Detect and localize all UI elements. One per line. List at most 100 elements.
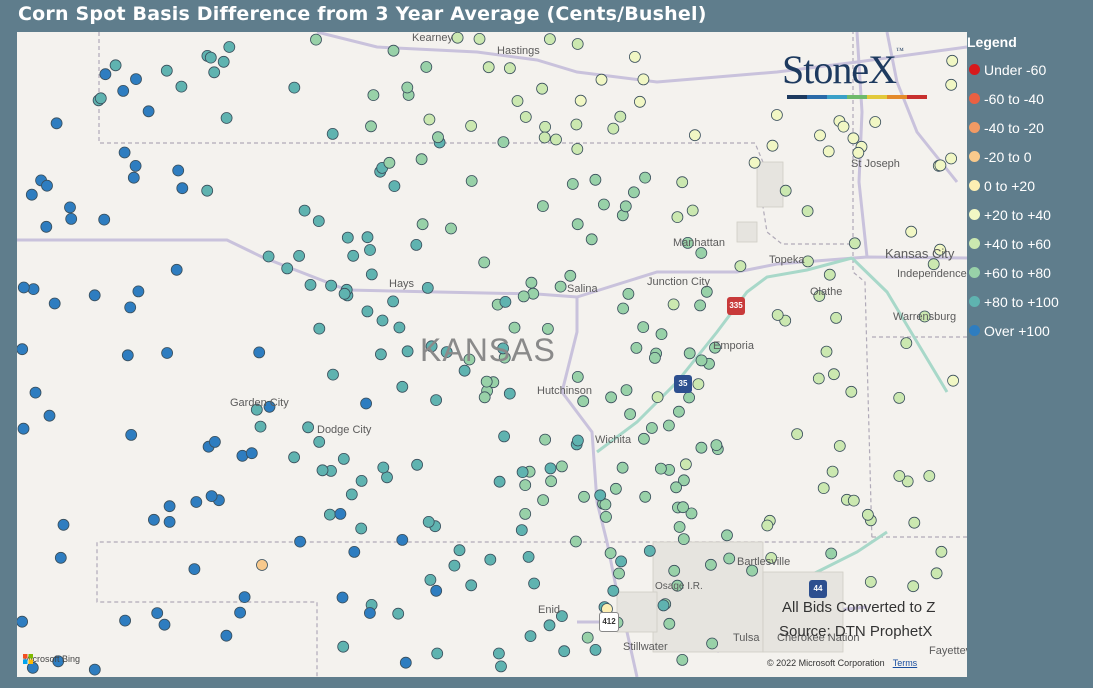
basis-marker[interactable]: [204, 51, 217, 64]
basis-marker[interactable]: [147, 513, 160, 526]
basis-marker[interactable]: [365, 268, 378, 281]
basis-marker[interactable]: [571, 38, 584, 50]
basis-marker[interactable]: [671, 211, 684, 224]
basis-marker[interactable]: [845, 385, 858, 398]
basis-marker[interactable]: [585, 233, 598, 246]
basis-marker[interactable]: [905, 225, 918, 238]
basis-marker[interactable]: [374, 348, 387, 361]
basis-marker[interactable]: [923, 470, 936, 482]
basis-marker[interactable]: [619, 200, 632, 213]
basis-marker[interactable]: [410, 238, 423, 251]
basis-marker[interactable]: [578, 490, 590, 503]
basis-marker[interactable]: [130, 73, 142, 85]
basis-marker[interactable]: [387, 44, 400, 57]
basis-marker[interactable]: [109, 59, 122, 72]
basis-marker[interactable]: [544, 33, 556, 45]
basis-marker[interactable]: [401, 81, 414, 94]
basis-marker[interactable]: [817, 482, 830, 495]
basis-marker[interactable]: [519, 507, 532, 520]
basis-marker[interactable]: [680, 458, 692, 471]
basis-marker[interactable]: [396, 533, 409, 546]
basis-marker[interactable]: [643, 545, 656, 557]
basis-marker[interactable]: [364, 244, 376, 256]
basis-marker[interactable]: [288, 451, 301, 464]
basis-marker[interactable]: [651, 391, 664, 404]
basis-marker[interactable]: [556, 460, 568, 473]
basis-marker[interactable]: [646, 422, 658, 434]
basis-marker[interactable]: [622, 287, 635, 300]
basis-marker[interactable]: [355, 474, 368, 487]
basis-marker[interactable]: [367, 89, 380, 101]
basis-marker[interactable]: [670, 481, 682, 494]
basis-marker[interactable]: [539, 121, 551, 133]
basis-marker[interactable]: [345, 488, 358, 501]
basis-marker[interactable]: [388, 180, 401, 193]
basis-marker[interactable]: [430, 394, 443, 407]
terms-link[interactable]: Terms: [893, 658, 918, 668]
basis-marker[interactable]: [383, 156, 396, 169]
basis-marker[interactable]: [132, 285, 145, 298]
legend-item[interactable]: +20 to +40: [967, 200, 1093, 229]
basis-marker[interactable]: [253, 346, 266, 359]
basis-marker[interactable]: [445, 222, 457, 235]
basis-marker[interactable]: [117, 85, 130, 97]
basis-marker[interactable]: [361, 305, 374, 318]
basis-marker[interactable]: [801, 205, 814, 218]
basis-marker[interactable]: [498, 430, 511, 443]
basis-marker[interactable]: [473, 33, 486, 45]
basis-marker[interactable]: [48, 297, 61, 310]
basis-marker[interactable]: [465, 175, 478, 187]
basis-marker[interactable]: [125, 428, 138, 441]
basis-marker[interactable]: [779, 184, 792, 197]
basis-marker[interactable]: [616, 461, 629, 474]
basis-marker[interactable]: [238, 591, 251, 603]
basis-marker[interactable]: [430, 584, 443, 597]
basis-marker[interactable]: [387, 295, 400, 308]
basis-marker[interactable]: [748, 156, 761, 169]
basis-marker[interactable]: [313, 435, 326, 448]
basis-marker[interactable]: [723, 552, 736, 565]
basis-marker[interactable]: [313, 322, 326, 335]
basis-marker[interactable]: [663, 419, 675, 432]
basis-marker[interactable]: [761, 519, 774, 532]
basis-marker[interactable]: [336, 591, 349, 604]
basis-marker[interactable]: [478, 256, 491, 269]
basis-marker[interactable]: [337, 640, 350, 653]
basis-marker[interactable]: [363, 607, 376, 619]
basis-marker[interactable]: [607, 122, 620, 135]
basis-marker[interactable]: [503, 62, 516, 75]
basis-marker[interactable]: [347, 249, 360, 262]
basis-marker[interactable]: [118, 146, 131, 159]
legend-item[interactable]: Under -60: [967, 55, 1093, 84]
basis-marker[interactable]: [655, 328, 668, 341]
basis-marker[interactable]: [934, 159, 947, 172]
basis-marker[interactable]: [908, 516, 921, 529]
basis-marker[interactable]: [88, 663, 101, 676]
basis-marker[interactable]: [825, 547, 838, 560]
basis-marker[interactable]: [334, 507, 347, 520]
basis-marker[interactable]: [57, 518, 70, 531]
basis-marker[interactable]: [420, 61, 433, 73]
basis-marker[interactable]: [617, 302, 629, 315]
basis-marker[interactable]: [705, 558, 717, 571]
basis-marker[interactable]: [558, 645, 571, 658]
basis-marker[interactable]: [694, 299, 706, 312]
basis-marker[interactable]: [17, 422, 30, 435]
basis-marker[interactable]: [634, 95, 646, 108]
basis-marker[interactable]: [465, 120, 478, 132]
basis-marker[interactable]: [355, 522, 368, 535]
basis-marker[interactable]: [338, 287, 351, 300]
basis-marker[interactable]: [947, 374, 959, 387]
basis-marker[interactable]: [423, 113, 436, 126]
basis-marker[interactable]: [176, 182, 189, 195]
basis-marker[interactable]: [294, 535, 307, 548]
basis-marker[interactable]: [598, 198, 610, 211]
basis-marker[interactable]: [823, 268, 836, 281]
basis-marker[interactable]: [205, 490, 218, 503]
basis-marker[interactable]: [677, 501, 689, 514]
basis-marker[interactable]: [64, 201, 76, 214]
basis-marker[interactable]: [65, 212, 78, 225]
basis-marker[interactable]: [683, 391, 695, 404]
basis-marker[interactable]: [869, 116, 882, 128]
basis-marker[interactable]: [589, 173, 602, 186]
